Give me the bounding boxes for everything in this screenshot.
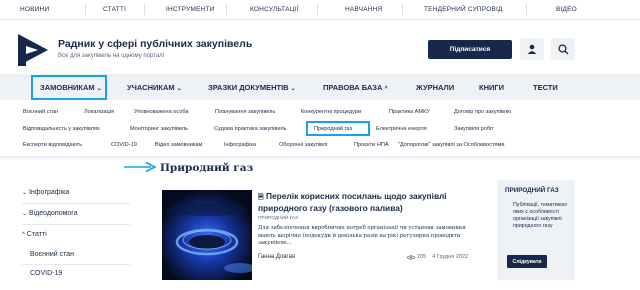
chevron-up-icon: ^ bbox=[384, 86, 389, 92]
arrow-right-icon bbox=[124, 161, 157, 173]
menu-item-document-samples[interactable]: ЗРАЗКИ ДОКУМЕНТІВ ⌄ bbox=[208, 83, 296, 92]
submenu-item[interactable]: Судова практика закупівель bbox=[214, 126, 287, 132]
article-category[interactable]: ПРИРОДНИЙ ГАЗ bbox=[258, 216, 298, 221]
submenu-item[interactable]: Відповідальність у закупівлях bbox=[23, 126, 100, 132]
topnav-divider bbox=[226, 4, 227, 15]
search-button[interactable] bbox=[551, 38, 575, 60]
submenu-item[interactable]: Закупівля робіт bbox=[454, 126, 494, 132]
sidebar-item-label: Інфографіка bbox=[28, 189, 70, 196]
submenu-item[interactable]: Конкурентні процедури bbox=[301, 109, 361, 115]
submenu-item[interactable]: Проєкти НПА bbox=[354, 142, 389, 148]
submenu-item[interactable]: Оборонні закупівлі bbox=[279, 142, 327, 148]
chevron-down-icon: ⌄ bbox=[290, 86, 296, 92]
views-count: 205 bbox=[417, 254, 427, 260]
menu-item-label: ЗРАЗКИ ДОКУМЕНТІВ bbox=[208, 83, 289, 92]
follow-button[interactable]: Слідкувати bbox=[507, 255, 547, 268]
topnav-item-consultations[interactable]: КОНСУЛЬТАЦІЇ bbox=[250, 6, 299, 13]
sidebar-item-infographics[interactable]: ⌄ Інфографіка bbox=[22, 189, 69, 196]
menu-highlight-annotation bbox=[31, 75, 107, 100]
chevron-down-icon: ⌄ bbox=[176, 86, 182, 92]
submenu-item[interactable]: Локалізація bbox=[84, 109, 114, 115]
sidebar-item-articles[interactable]: ^ Статті bbox=[22, 231, 47, 238]
topnav-divider bbox=[317, 4, 318, 15]
user-icon bbox=[527, 44, 537, 54]
topic-widget: ПРИРОДНИЙ ГАЗ Публікації, тематикою яких… bbox=[497, 180, 575, 280]
sidebar-divider bbox=[22, 203, 130, 204]
topnav-divider bbox=[85, 4, 86, 15]
menu-item-legal-base[interactable]: ПРАВОВА БАЗА ^ bbox=[323, 83, 388, 92]
subscribe-button[interactable]: Підписатися bbox=[428, 40, 512, 59]
submenu-item[interactable]: Інфографіка bbox=[224, 142, 256, 148]
submenu-item[interactable]: Практика АМКУ bbox=[389, 109, 430, 115]
submenu-item[interactable]: Планування закупівель bbox=[215, 109, 275, 115]
article-title[interactable]: 🗎 Перелік корисних посилань щодо закупів… bbox=[258, 191, 468, 213]
menu-item-participants[interactable]: УЧАСНИКАМ ⌄ bbox=[127, 83, 182, 92]
menu-item-label: УЧАСНИКАМ bbox=[127, 83, 175, 92]
chevron-up-icon: ^ bbox=[22, 232, 25, 238]
topnav-item-training[interactable]: НАВЧАННЯ bbox=[345, 6, 382, 13]
sidebar-subitem-martial-law[interactable]: Воєнний стан bbox=[30, 251, 74, 258]
site-subtitle: Все для закупівель на одному порталі bbox=[58, 53, 165, 59]
widget-title: ПРИРОДНИЙ ГАЗ bbox=[505, 187, 559, 194]
article-title-text: Перелік корисних посилань щодо закупівлі… bbox=[258, 191, 447, 213]
chevron-down-icon: ⌄ bbox=[22, 211, 28, 217]
page-title: Природний газ bbox=[160, 162, 254, 174]
chevron-down-icon: ⌄ bbox=[22, 190, 28, 196]
submenu-item[interactable]: "Допорогові" закупівлі за Особливостями bbox=[398, 142, 505, 148]
article-meta: 205 4 Грудня 2022 bbox=[407, 254, 468, 260]
submenu-item[interactable]: Воєнний стан bbox=[23, 109, 58, 115]
submenu-highlight-annotation bbox=[306, 121, 370, 136]
logo-icon[interactable] bbox=[18, 34, 48, 66]
topnav-item-tender-support[interactable]: ТЕНДЕРНИЙ СУПРОВІД bbox=[424, 6, 503, 13]
eye-icon bbox=[407, 254, 415, 260]
topnav-divider bbox=[526, 4, 527, 15]
topnav-divider bbox=[402, 4, 403, 15]
site-title[interactable]: Радник у сфері публічних закупівель bbox=[58, 38, 252, 50]
submenu-item[interactable]: Електрична енергія bbox=[376, 126, 427, 132]
search-icon bbox=[557, 43, 568, 54]
submenu-item[interactable]: Договір про закупівлю bbox=[454, 109, 511, 115]
article-author[interactable]: Ганна Довгая bbox=[258, 254, 295, 260]
submenu-item[interactable]: Експерти відповідають bbox=[23, 142, 82, 148]
article-date: 4 Грудня 2022 bbox=[432, 254, 468, 260]
sidebar-subitem-covid[interactable]: COVID-19 bbox=[30, 270, 62, 277]
sidebar-item-video-help[interactable]: ⌄ Відеодопомога bbox=[22, 210, 78, 217]
widget-text: Публікації, тематикою яких є особливості… bbox=[513, 202, 568, 229]
topnav-item-news[interactable]: НОВИНИ bbox=[20, 6, 49, 13]
submenu-item[interactable]: COVID-19 bbox=[111, 142, 137, 148]
menu-item-journals[interactable]: ЖУРНАЛИ bbox=[416, 83, 454, 92]
submenu-item[interactable]: Моніторинг закупівель bbox=[130, 126, 188, 132]
topnav-item-video[interactable]: ВІДЕО bbox=[556, 6, 577, 13]
user-button[interactable] bbox=[520, 38, 544, 60]
submenu-item[interactable]: Відео замовникам bbox=[155, 142, 202, 148]
menu-item-label: ПРАВОВА БАЗА bbox=[323, 83, 383, 92]
article-excerpt: Для забезпечення виробничих потреб орган… bbox=[258, 225, 466, 247]
sidebar-item-label: Статті bbox=[26, 231, 47, 238]
sidebar-divider bbox=[22, 224, 130, 225]
sidebar-divider bbox=[22, 264, 130, 265]
topnav-divider bbox=[144, 4, 145, 15]
top-nav: НОВИНИ СТАТТІ ІНСТРУМЕНТИ КОНСУЛЬТАЦІЇ Н… bbox=[0, 0, 640, 20]
menu-item-books[interactable]: КНИГИ bbox=[479, 83, 504, 92]
topnav-item-tools[interactable]: ІНСТРУМЕНТИ bbox=[166, 6, 215, 13]
gas-flame-image bbox=[162, 190, 252, 280]
article-thumbnail[interactable] bbox=[162, 190, 252, 280]
submenu-shadow bbox=[0, 156, 640, 160]
submenu-item[interactable]: Уповноважена особа bbox=[134, 109, 189, 115]
topnav-item-articles[interactable]: СТАТТІ bbox=[103, 6, 126, 13]
sidebar-item-label: Відеодопомога bbox=[28, 210, 78, 217]
document-icon: 🗎 bbox=[258, 194, 264, 201]
menu-item-tests[interactable]: ТЕСТИ bbox=[533, 83, 558, 92]
